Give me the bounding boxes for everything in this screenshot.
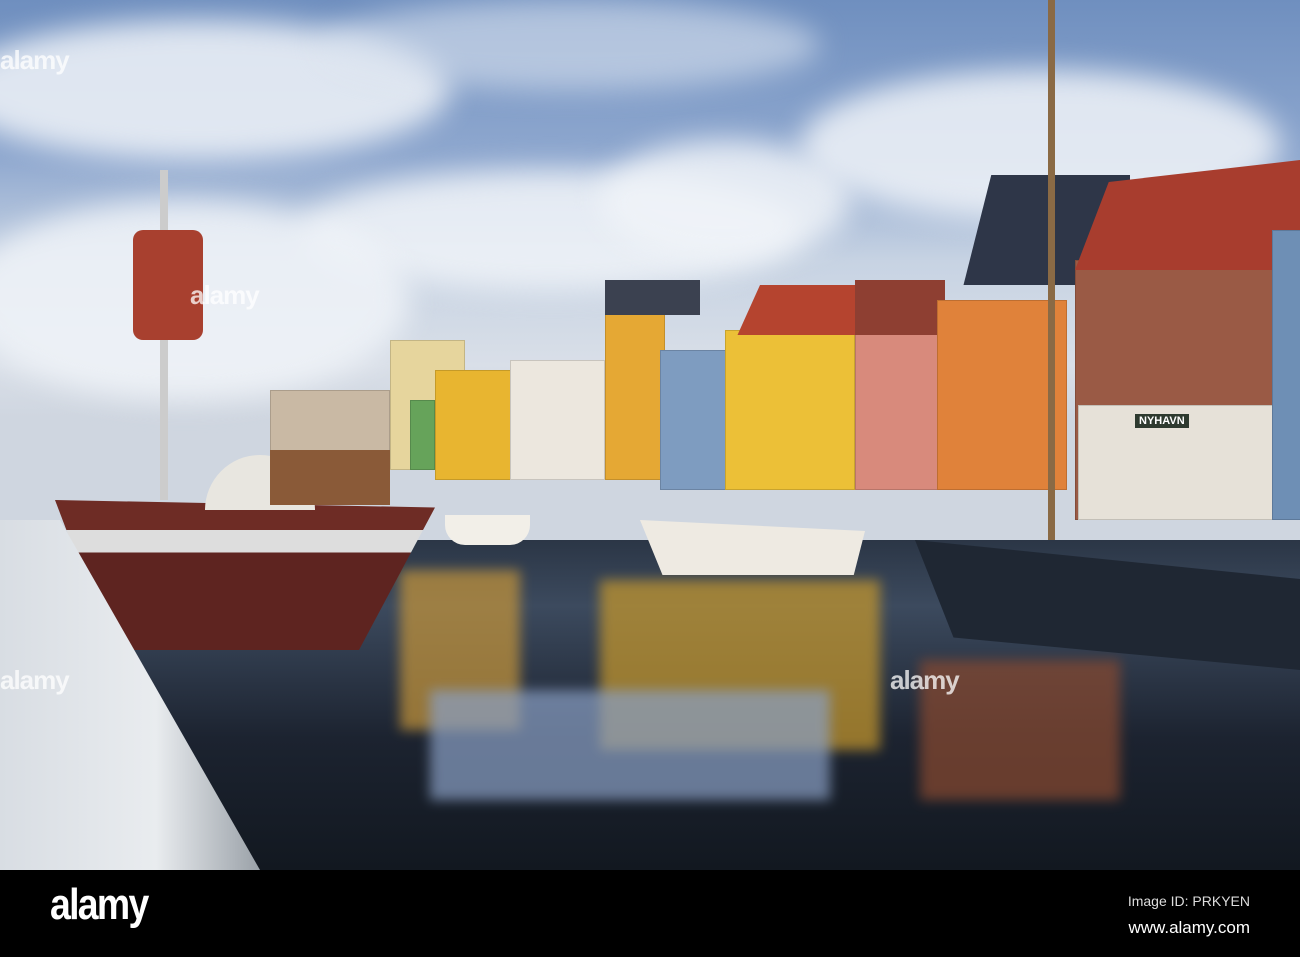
white-boat <box>640 520 865 575</box>
alamy-logo: alamy <box>50 880 149 929</box>
small-boat <box>445 515 530 545</box>
watermark: alamy <box>890 665 960 695</box>
watermark: alamy <box>0 45 70 75</box>
watermark: alamy <box>190 280 260 310</box>
website-link: www.alamy.com <box>1128 918 1250 937</box>
footer-bar <box>0 870 1300 957</box>
photo-nyhavn-harbour: NYHAVN alamy alamy alamy alamy <box>0 0 1300 870</box>
image-id: Image ID: PRKYEN <box>1127 893 1250 909</box>
boat-cabin <box>270 450 390 505</box>
nyhavn-sign: NYHAVN <box>1135 414 1189 428</box>
watermark: alamy <box>0 665 70 695</box>
tall-mast <box>1048 0 1055 540</box>
